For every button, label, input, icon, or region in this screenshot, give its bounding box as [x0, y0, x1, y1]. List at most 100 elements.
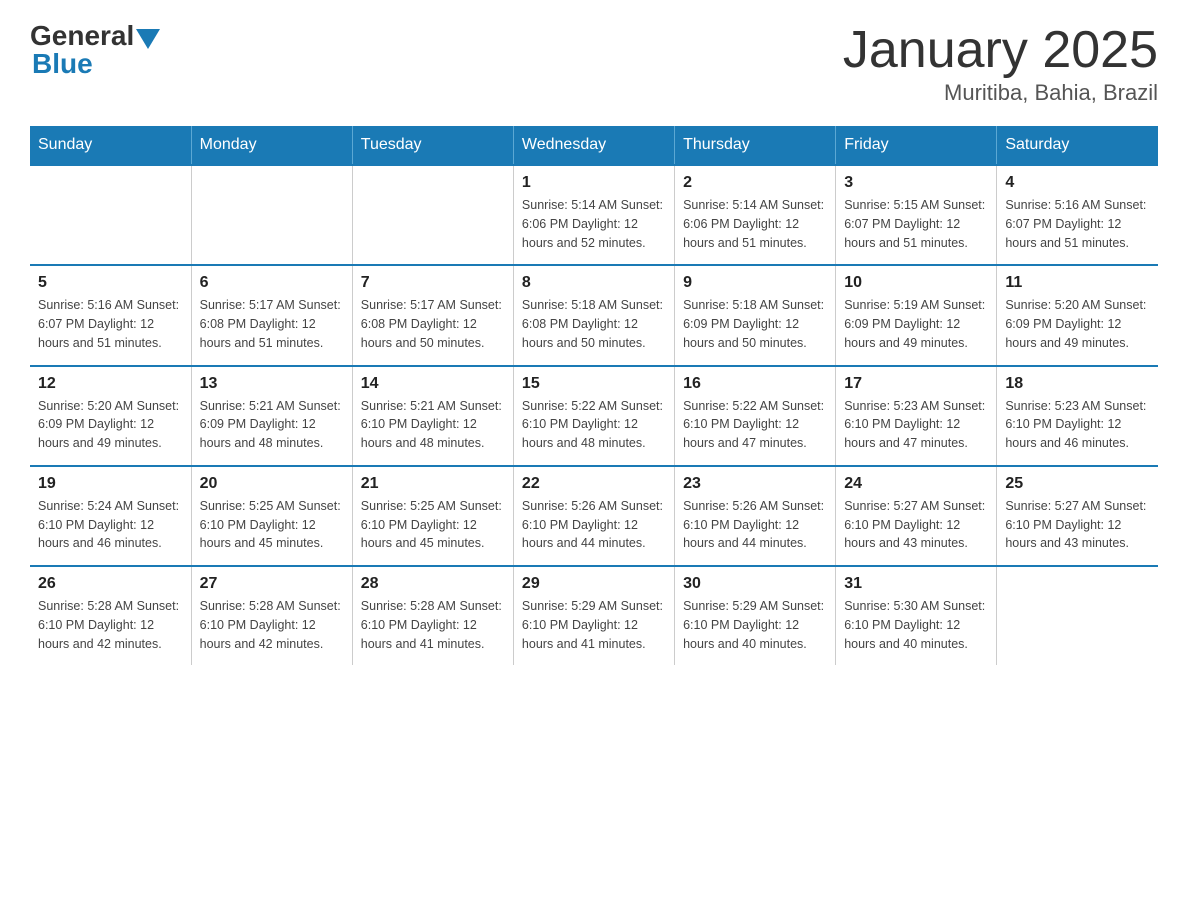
- day-number: 4: [1005, 174, 1150, 192]
- day-number: 7: [361, 274, 505, 292]
- calendar-header-row: Sunday Monday Tuesday Wednesday Thursday…: [30, 126, 1158, 165]
- day-info: Sunrise: 5:29 AM Sunset: 6:10 PM Dayligh…: [522, 597, 666, 653]
- day-number: 10: [844, 274, 988, 292]
- day-number: 18: [1005, 375, 1150, 393]
- day-number: 25: [1005, 475, 1150, 493]
- calendar-week-row: 12 Sunrise: 5:20 AM Sunset: 6:09 PM Dayli…: [30, 366, 1158, 466]
- table-row: 23 Sunrise: 5:26 AM Sunset: 6:10 PM Dayli…: [675, 466, 836, 566]
- day-info: Sunrise: 5:15 AM Sunset: 6:07 PM Dayligh…: [844, 196, 988, 252]
- day-info: Sunrise: 5:18 AM Sunset: 6:08 PM Dayligh…: [522, 296, 666, 352]
- day-info: Sunrise: 5:26 AM Sunset: 6:10 PM Dayligh…: [683, 497, 827, 553]
- day-number: 1: [522, 174, 666, 192]
- calendar-week-row: 26 Sunrise: 5:28 AM Sunset: 6:10 PM Dayli…: [30, 566, 1158, 665]
- day-info: Sunrise: 5:17 AM Sunset: 6:08 PM Dayligh…: [200, 296, 344, 352]
- header-friday: Friday: [836, 126, 997, 165]
- table-row: 14 Sunrise: 5:21 AM Sunset: 6:10 PM Dayli…: [352, 366, 513, 466]
- day-info: Sunrise: 5:17 AM Sunset: 6:08 PM Dayligh…: [361, 296, 505, 352]
- header-monday: Monday: [191, 126, 352, 165]
- day-info: Sunrise: 5:16 AM Sunset: 6:07 PM Dayligh…: [1005, 196, 1150, 252]
- table-row: 10Sunrise: 5:19 AM Sunset: 6:09 PM Dayli…: [836, 265, 997, 365]
- table-row: [30, 165, 191, 265]
- logo: General Blue: [30, 20, 160, 80]
- calendar-week-row: 1 Sunrise: 5:14 AM Sunset: 6:06 PM Daylig…: [30, 165, 1158, 265]
- table-row: 1 Sunrise: 5:14 AM Sunset: 6:06 PM Daylig…: [513, 165, 674, 265]
- header-sunday: Sunday: [30, 126, 191, 165]
- header-wednesday: Wednesday: [513, 126, 674, 165]
- day-info: Sunrise: 5:21 AM Sunset: 6:10 PM Dayligh…: [361, 397, 505, 453]
- day-number: 11: [1005, 274, 1150, 292]
- day-number: 14: [361, 375, 505, 393]
- table-row: 8 Sunrise: 5:18 AM Sunset: 6:08 PM Daylig…: [513, 265, 674, 365]
- day-number: 15: [522, 375, 666, 393]
- table-row: 15Sunrise: 5:22 AM Sunset: 6:10 PM Dayli…: [513, 366, 674, 466]
- day-info: Sunrise: 5:18 AM Sunset: 6:09 PM Dayligh…: [683, 296, 827, 352]
- table-row: 27Sunrise: 5:28 AM Sunset: 6:10 PM Dayli…: [191, 566, 352, 665]
- table-row: [997, 566, 1158, 665]
- day-number: 2: [683, 174, 827, 192]
- day-number: 19: [38, 475, 183, 493]
- day-info: Sunrise: 5:25 AM Sunset: 6:10 PM Dayligh…: [200, 497, 344, 553]
- calendar-week-row: 19Sunrise: 5:24 AM Sunset: 6:10 PM Dayli…: [30, 466, 1158, 566]
- day-number: 26: [38, 575, 183, 593]
- day-info: Sunrise: 5:30 AM Sunset: 6:10 PM Dayligh…: [844, 597, 988, 653]
- day-number: 24: [844, 475, 988, 493]
- day-number: 6: [200, 274, 344, 292]
- day-number: 8: [522, 274, 666, 292]
- table-row: 11 Sunrise: 5:20 AM Sunset: 6:09 PM Dayli…: [997, 265, 1158, 365]
- table-row: 18 Sunrise: 5:23 AM Sunset: 6:10 PM Dayli…: [997, 366, 1158, 466]
- day-info: Sunrise: 5:26 AM Sunset: 6:10 PM Dayligh…: [522, 497, 666, 553]
- day-number: 23: [683, 475, 827, 493]
- table-row: 29 Sunrise: 5:29 AM Sunset: 6:10 PM Dayli…: [513, 566, 674, 665]
- day-info: Sunrise: 5:28 AM Sunset: 6:10 PM Dayligh…: [361, 597, 505, 653]
- logo-triangle-icon: [136, 29, 160, 49]
- day-info: Sunrise: 5:14 AM Sunset: 6:06 PM Dayligh…: [522, 196, 666, 252]
- table-row: 24 Sunrise: 5:27 AM Sunset: 6:10 PM Dayli…: [836, 466, 997, 566]
- table-row: [352, 165, 513, 265]
- table-row: 31 Sunrise: 5:30 AM Sunset: 6:10 PM Dayli…: [836, 566, 997, 665]
- day-number: 3: [844, 174, 988, 192]
- day-number: 22: [522, 475, 666, 493]
- day-number: 9: [683, 274, 827, 292]
- header-thursday: Thursday: [675, 126, 836, 165]
- table-row: 13 Sunrise: 5:21 AM Sunset: 6:09 PM Dayli…: [191, 366, 352, 466]
- table-row: 3 Sunrise: 5:15 AM Sunset: 6:07 PM Daylig…: [836, 165, 997, 265]
- day-info: Sunrise: 5:28 AM Sunset: 6:10 PM Dayligh…: [38, 597, 183, 653]
- table-row: 7 Sunrise: 5:17 AM Sunset: 6:08 PM Daylig…: [352, 265, 513, 365]
- table-row: 21Sunrise: 5:25 AM Sunset: 6:10 PM Dayli…: [352, 466, 513, 566]
- header-tuesday: Tuesday: [352, 126, 513, 165]
- month-title: January 2025: [843, 20, 1158, 80]
- table-row: 16Sunrise: 5:22 AM Sunset: 6:10 PM Dayli…: [675, 366, 836, 466]
- day-number: 29: [522, 575, 666, 593]
- location: Muritiba, Bahia, Brazil: [843, 80, 1158, 106]
- day-number: 13: [200, 375, 344, 393]
- table-row: 17Sunrise: 5:23 AM Sunset: 6:10 PM Dayli…: [836, 366, 997, 466]
- day-number: 17: [844, 375, 988, 393]
- table-row: 9 Sunrise: 5:18 AM Sunset: 6:09 PM Daylig…: [675, 265, 836, 365]
- calendar-week-row: 5Sunrise: 5:16 AM Sunset: 6:07 PM Daylig…: [30, 265, 1158, 365]
- day-number: 12: [38, 375, 183, 393]
- day-info: Sunrise: 5:20 AM Sunset: 6:09 PM Dayligh…: [1005, 296, 1150, 352]
- table-row: 20 Sunrise: 5:25 AM Sunset: 6:10 PM Dayli…: [191, 466, 352, 566]
- day-info: Sunrise: 5:14 AM Sunset: 6:06 PM Dayligh…: [683, 196, 827, 252]
- day-number: 31: [844, 575, 988, 593]
- day-info: Sunrise: 5:20 AM Sunset: 6:09 PM Dayligh…: [38, 397, 183, 453]
- day-info: Sunrise: 5:27 AM Sunset: 6:10 PM Dayligh…: [844, 497, 988, 553]
- day-number: 30: [683, 575, 827, 593]
- table-row: 6 Sunrise: 5:17 AM Sunset: 6:08 PM Daylig…: [191, 265, 352, 365]
- table-row: 30Sunrise: 5:29 AM Sunset: 6:10 PM Dayli…: [675, 566, 836, 665]
- day-number: 27: [200, 575, 344, 593]
- page-header: General Blue January 2025 Muritiba, Bahi…: [30, 20, 1158, 106]
- table-row: 12 Sunrise: 5:20 AM Sunset: 6:09 PM Dayli…: [30, 366, 191, 466]
- day-info: Sunrise: 5:21 AM Sunset: 6:09 PM Dayligh…: [200, 397, 344, 453]
- day-number: 20: [200, 475, 344, 493]
- day-number: 21: [361, 475, 505, 493]
- table-row: 28Sunrise: 5:28 AM Sunset: 6:10 PM Dayli…: [352, 566, 513, 665]
- table-row: 25Sunrise: 5:27 AM Sunset: 6:10 PM Dayli…: [997, 466, 1158, 566]
- day-number: 5: [38, 274, 183, 292]
- calendar-table: Sunday Monday Tuesday Wednesday Thursday…: [30, 126, 1158, 665]
- table-row: 26 Sunrise: 5:28 AM Sunset: 6:10 PM Dayli…: [30, 566, 191, 665]
- table-row: 19Sunrise: 5:24 AM Sunset: 6:10 PM Dayli…: [30, 466, 191, 566]
- day-info: Sunrise: 5:23 AM Sunset: 6:10 PM Dayligh…: [1005, 397, 1150, 453]
- table-row: 4 Sunrise: 5:16 AM Sunset: 6:07 PM Daylig…: [997, 165, 1158, 265]
- table-row: 5Sunrise: 5:16 AM Sunset: 6:07 PM Daylig…: [30, 265, 191, 365]
